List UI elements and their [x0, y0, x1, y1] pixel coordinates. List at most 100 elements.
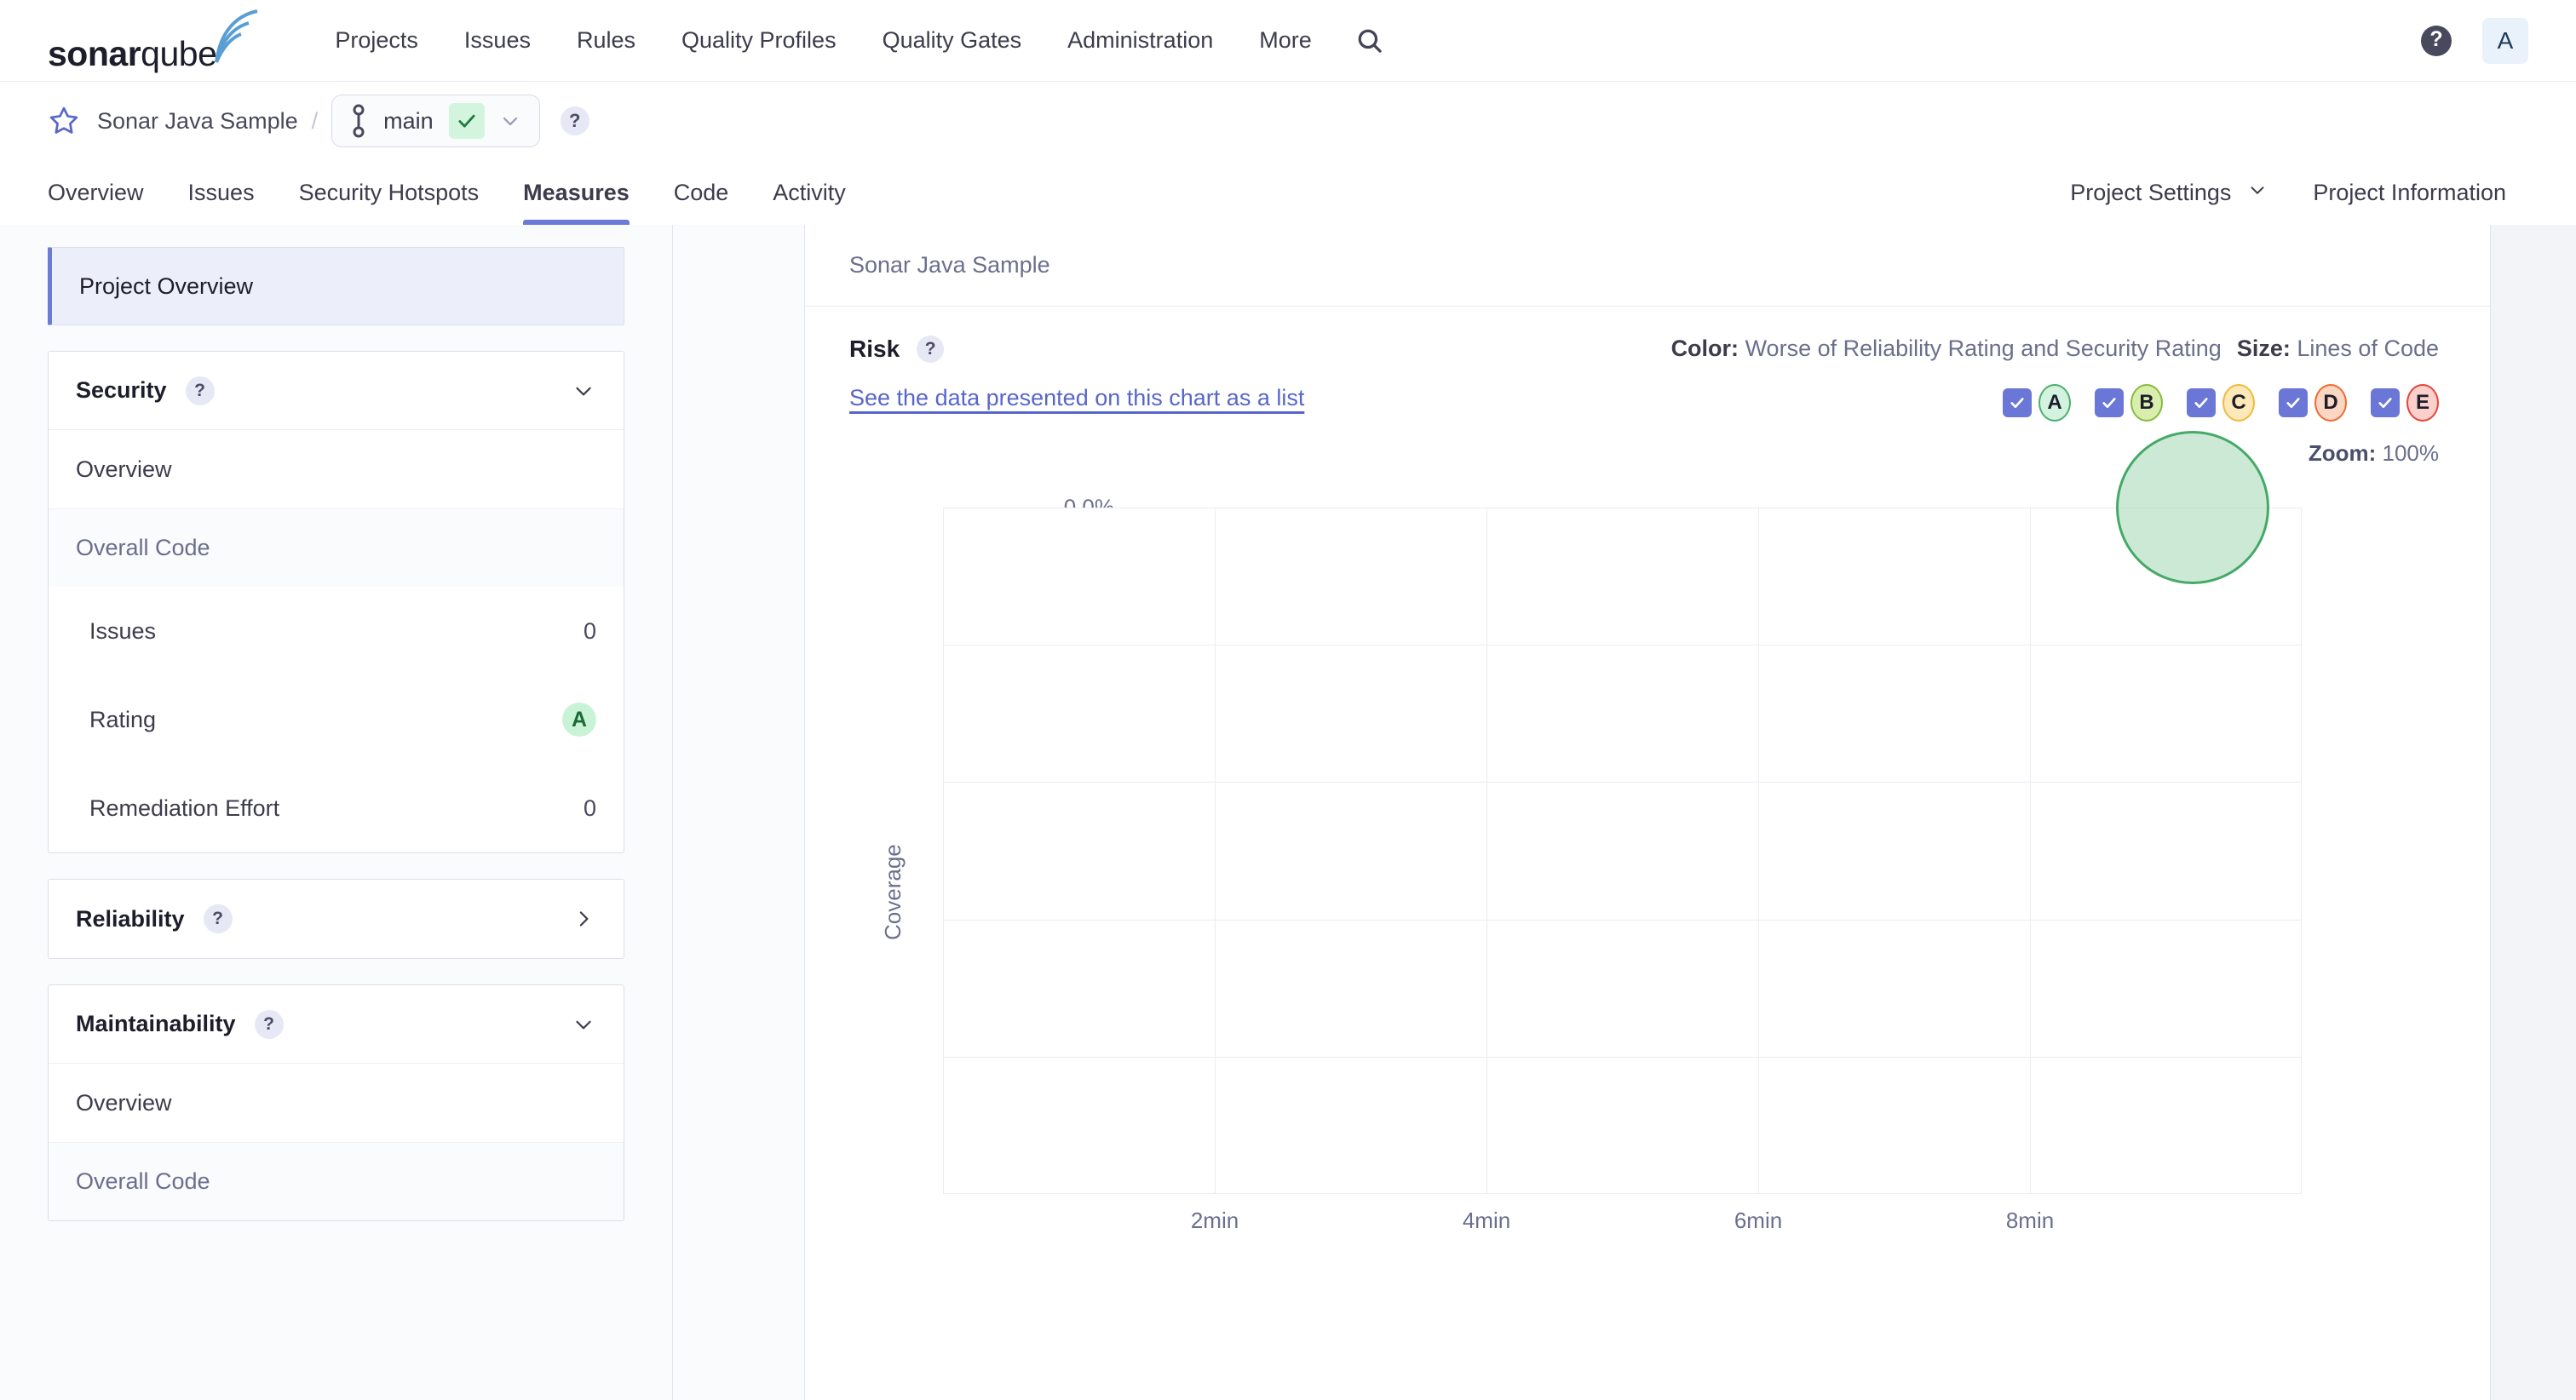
- sidebar-card-reliability-header[interactable]: Reliability ?: [49, 880, 624, 958]
- branch-help-icon[interactable]: ?: [560, 106, 589, 135]
- nav-link-administration[interactable]: Administration: [1044, 27, 1236, 54]
- sidebar-group-label: Overall Code: [76, 1168, 210, 1194]
- help-icon[interactable]: ?: [917, 336, 945, 363]
- sidebar-subitem-label: Overview: [76, 1089, 172, 1116]
- project-header: Sonar Java Sample / main ? Overview Issu…: [0, 82, 2576, 225]
- rating-badge-d: D: [2314, 384, 2347, 422]
- rating-badge-a: A: [2038, 384, 2071, 422]
- sidebar-card-maintainability-header[interactable]: Maintainability ?: [49, 985, 624, 1064]
- tab-issues[interactable]: Issues: [166, 160, 277, 225]
- x-axis-tick-label: 2min: [1190, 1208, 1239, 1233]
- nav-link-issues[interactable]: Issues: [441, 27, 554, 54]
- sidebar-card-reliability: Reliability ?: [48, 879, 624, 959]
- global-nav-links: Projects Issues Rules Quality Profiles Q…: [312, 26, 1383, 55]
- sidebar-metric-value: 0: [583, 617, 596, 644]
- sidebar-card-security: Security ? Overview Overall Code Issues …: [48, 351, 624, 853]
- global-navigation-bar: sonarqube Projects Issues Rules Quality …: [0, 0, 2576, 82]
- zoom-indicator: Zoom: 100%: [2309, 440, 2439, 467]
- chart-header-right: Color: Worse of Reliability Rating and S…: [1671, 336, 2446, 467]
- project-tabs-right: Project Settings Project Information: [2070, 160, 2528, 225]
- favorite-star-icon[interactable]: [48, 105, 80, 137]
- plot-area[interactable]: 2min 4min 6min 8min: [943, 431, 2302, 1233]
- branch-status-check-icon: [448, 103, 485, 139]
- sidebar-subitem-maintainability-overview[interactable]: Overview: [49, 1064, 624, 1142]
- nav-link-projects[interactable]: Projects: [312, 27, 441, 54]
- sidebar-metric-label: Issues: [89, 617, 157, 644]
- chevron-down-icon[interactable]: [571, 1012, 596, 1037]
- zoom-label: Zoom:: [2308, 440, 2377, 466]
- project-settings-menu[interactable]: Project Settings: [2070, 179, 2291, 207]
- chart-legend-description: Color: Worse of Reliability Rating and S…: [1671, 336, 2439, 362]
- chevron-down-icon[interactable]: [571, 378, 596, 404]
- sonarqube-wave-icon: [211, 9, 261, 68]
- chevron-right-icon[interactable]: [571, 906, 596, 932]
- project-information-link[interactable]: Project Information: [2291, 180, 2528, 206]
- rating-badge-c: C: [2222, 384, 2255, 422]
- avatar[interactable]: A: [2482, 17, 2528, 64]
- help-icon[interactable]: ?: [2421, 25, 2452, 56]
- sidebar-card-title: Security: [76, 377, 167, 403]
- project-settings-label: Project Settings: [2070, 179, 2232, 205]
- sidebar-item-label: Project Overview: [79, 273, 254, 299]
- breadcrumb-separator: /: [311, 107, 319, 134]
- search-icon[interactable]: [1355, 26, 1384, 55]
- rating-filter-c[interactable]: C: [2187, 384, 2255, 422]
- rating-badge-e: E: [2406, 384, 2439, 422]
- sidebar-card-security-header[interactable]: Security ?: [49, 352, 624, 430]
- sidebar-group-overall-code: Overall Code: [49, 1142, 624, 1220]
- sidebar-metric-label: Remediation Effort: [89, 795, 280, 821]
- checkbox-checked-icon[interactable]: [2187, 388, 2216, 417]
- nav-link-quality-profiles[interactable]: Quality Profiles: [658, 27, 860, 54]
- tab-measures[interactable]: Measures: [501, 160, 652, 225]
- nav-link-quality-gates[interactable]: Quality Gates: [860, 27, 1045, 54]
- checkbox-checked-icon[interactable]: [2003, 388, 2032, 417]
- sidebar-item-project-overview[interactable]: Project Overview: [48, 247, 624, 325]
- main-breadcrumb: Sonar Java Sample: [805, 225, 2490, 307]
- branch-selector[interactable]: main: [331, 95, 540, 147]
- sidebar-metric-label: Rating: [89, 706, 157, 732]
- rating-filter-d[interactable]: D: [2279, 384, 2347, 422]
- help-icon[interactable]: ?: [203, 904, 233, 933]
- color-label: Color:: [1670, 336, 1739, 361]
- help-icon[interactable]: ?: [254, 1009, 284, 1039]
- sidebar-metric-rating[interactable]: Rating A: [49, 675, 624, 764]
- x-axis-tick-label: 8min: [2005, 1208, 2055, 1233]
- rating-filter-b[interactable]: B: [2095, 384, 2163, 422]
- chevron-down-icon: [2246, 179, 2268, 207]
- x-axis-tick-label: 6min: [1734, 1208, 1783, 1233]
- breadcrumb-project-name[interactable]: Sonar Java Sample: [97, 108, 298, 135]
- nav-link-rules[interactable]: Rules: [554, 27, 658, 54]
- nav-link-more[interactable]: More: [1236, 27, 1335, 54]
- sidebar-metric-issues[interactable]: Issues 0: [49, 587, 624, 675]
- tab-security-hotspots[interactable]: Security Hotspots: [277, 160, 502, 225]
- rating-filter-a[interactable]: A: [2003, 384, 2071, 422]
- checkbox-checked-icon[interactable]: [2279, 388, 2308, 417]
- sidebar-group-overall-code: Overall Code: [49, 508, 624, 587]
- sidebar-card-title: Maintainability: [76, 1011, 236, 1036]
- status-badge: A: [562, 703, 596, 737]
- sidebar-gutter: [673, 225, 805, 1400]
- chevron-down-icon[interactable]: [498, 109, 522, 133]
- chart-header: Risk ? See the data presented on this ch…: [805, 307, 2490, 467]
- sidebar-metric-remediation-effort[interactable]: Remediation Effort 0: [49, 764, 624, 852]
- checkbox-checked-icon[interactable]: [2371, 388, 2400, 417]
- sidebar-subitem-security-overview[interactable]: Overview: [49, 430, 624, 508]
- sidebar-subitem-label: Overview: [76, 456, 172, 482]
- tab-overview[interactable]: Overview: [48, 160, 166, 225]
- help-icon[interactable]: ?: [185, 376, 215, 405]
- tab-code[interactable]: Code: [652, 160, 751, 225]
- checkbox-checked-icon[interactable]: [2095, 388, 2124, 417]
- see-data-as-list-link[interactable]: See the data presented on this chart as …: [849, 385, 1304, 411]
- tab-activity[interactable]: Activity: [750, 160, 868, 225]
- rating-filter-e[interactable]: E: [2371, 384, 2439, 422]
- color-value: Worse of Reliability Rating and Security…: [1745, 336, 2222, 361]
- sonarqube-logo[interactable]: sonarqube: [48, 9, 261, 72]
- zoom-value: 100%: [2382, 440, 2440, 466]
- risk-title-row: Risk ?: [849, 336, 1304, 363]
- logo-text: sonarqube: [48, 34, 217, 73]
- page-body: Project Overview Security ? Overview Ove…: [0, 225, 2576, 1400]
- project-tabs: Overview Issues Security Hotspots Measur…: [48, 160, 2528, 225]
- x-axis-tick-label: 4min: [1462, 1208, 1511, 1233]
- main-breadcrumb-label: Sonar Java Sample: [849, 252, 1050, 278]
- risk-bubble-chart[interactable]: Coverage 0.0%20.0%40.0%60.0%80.0% 2min4m…: [805, 431, 2490, 1374]
